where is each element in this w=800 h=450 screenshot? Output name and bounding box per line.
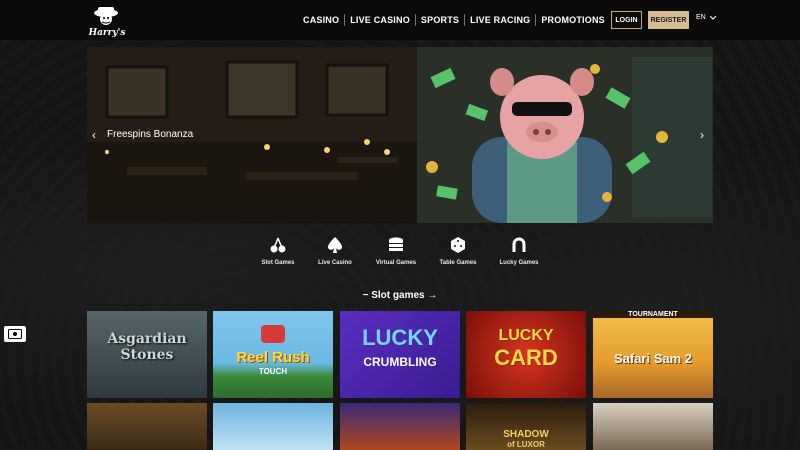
dice-icon — [451, 237, 465, 253]
nav-live-casino[interactable]: LIVE CASINO — [345, 15, 415, 25]
spade-icon — [328, 237, 342, 253]
category-bar: Slot Games Live Casino Virtual Games Tab… — [0, 236, 800, 276]
section-header: − Slot games → — [0, 290, 800, 301]
chevron-down-icon — [709, 15, 716, 20]
chips-stack-icon — [389, 237, 403, 251]
svg-text:Harry's: Harry's — [88, 28, 126, 38]
nav-casino[interactable]: CASINO — [298, 15, 344, 25]
hero-prev-arrow[interactable]: ‹ — [92, 128, 96, 142]
category-label: Lucky Games — [499, 260, 539, 266]
game-tile-safari-sam[interactable]: TOURNAMENT Safari Sam 2 — [593, 311, 713, 398]
game-tile-row2-5[interactable] — [593, 403, 713, 450]
main-nav: CASINO LIVE CASINO SPORTS LIVE RACING PR… — [298, 0, 610, 40]
category-slot-games[interactable]: Slot Games — [248, 236, 308, 266]
game-tile-lucky-card[interactable]: LUCKY CARD — [466, 311, 586, 398]
category-label: Table Games — [439, 260, 477, 266]
section-arrow-icon: → — [424, 290, 438, 301]
game-tile-shadow-of-luxor[interactable]: SHADOW of LUXOR — [466, 403, 586, 450]
category-label: Virtual Games — [375, 260, 417, 266]
register-button[interactable]: REGISTER — [648, 11, 689, 29]
hero-next-arrow[interactable]: › — [700, 128, 704, 142]
category-lucky-games[interactable]: Lucky Games — [489, 236, 549, 266]
language-selector[interactable]: EN — [696, 14, 716, 21]
top-header: Harry's CASINO LIVE CASINO SPORTS LIVE R… — [0, 0, 800, 40]
cherries-icon — [270, 237, 286, 253]
side-panel-toggle[interactable] — [4, 326, 26, 342]
language-label: EN — [696, 14, 706, 21]
game-subtitle: TOUCH — [258, 367, 288, 376]
nav-promotions[interactable]: PROMOTIONS — [536, 15, 610, 25]
wallet-icon — [8, 329, 22, 339]
game-title: LUCKY — [498, 327, 554, 344]
game-title: Reel Rush — [236, 349, 310, 366]
game-subtitle: CARD — [494, 345, 558, 370]
game-title: Safari Sam 2 — [613, 351, 693, 366]
tournament-banner: TOURNAMENT — [593, 311, 713, 318]
game-tile-asgardian-stones[interactable]: Asgardian Stones — [87, 311, 207, 398]
game-subtitle: of LUXOR — [507, 440, 545, 449]
category-table-games[interactable]: Table Games — [428, 236, 488, 266]
nav-live-racing[interactable]: LIVE RACING — [465, 15, 535, 25]
game-tile-row2-2[interactable] — [213, 403, 333, 450]
nav-sports[interactable]: SPORTS — [416, 15, 464, 25]
horseshoe-icon — [512, 237, 526, 252]
game-tile-reel-rush[interactable]: Reel Rush TOUCH — [213, 311, 333, 398]
category-live-casino[interactable]: Live Casino — [305, 236, 365, 266]
category-label: Slot Games — [261, 260, 295, 266]
game-tile-lucky-crumbling[interactable]: LUCKY CRUMBLING — [340, 311, 460, 398]
login-button[interactable]: LOGIN — [611, 11, 642, 29]
game-title: Asgardian Stones — [107, 331, 187, 363]
game-subtitle: CRUMBLING — [363, 355, 437, 369]
category-label: Live Casino — [318, 260, 352, 266]
berry-icon — [261, 325, 285, 343]
section-title: Slot games — [371, 290, 425, 301]
game-title: LUCKY — [362, 325, 438, 350]
game-tile-row2-3[interactable] — [340, 403, 460, 450]
game-title: SHADOW — [503, 429, 549, 440]
category-virtual-games[interactable]: Virtual Games — [366, 236, 426, 266]
harrys-logo[interactable]: Harry's — [86, 4, 128, 38]
hero-title: Freespins Bonanza — [107, 129, 194, 140]
section-dash-icon: − — [362, 290, 372, 301]
game-tile-row2-1[interactable] — [87, 403, 207, 450]
